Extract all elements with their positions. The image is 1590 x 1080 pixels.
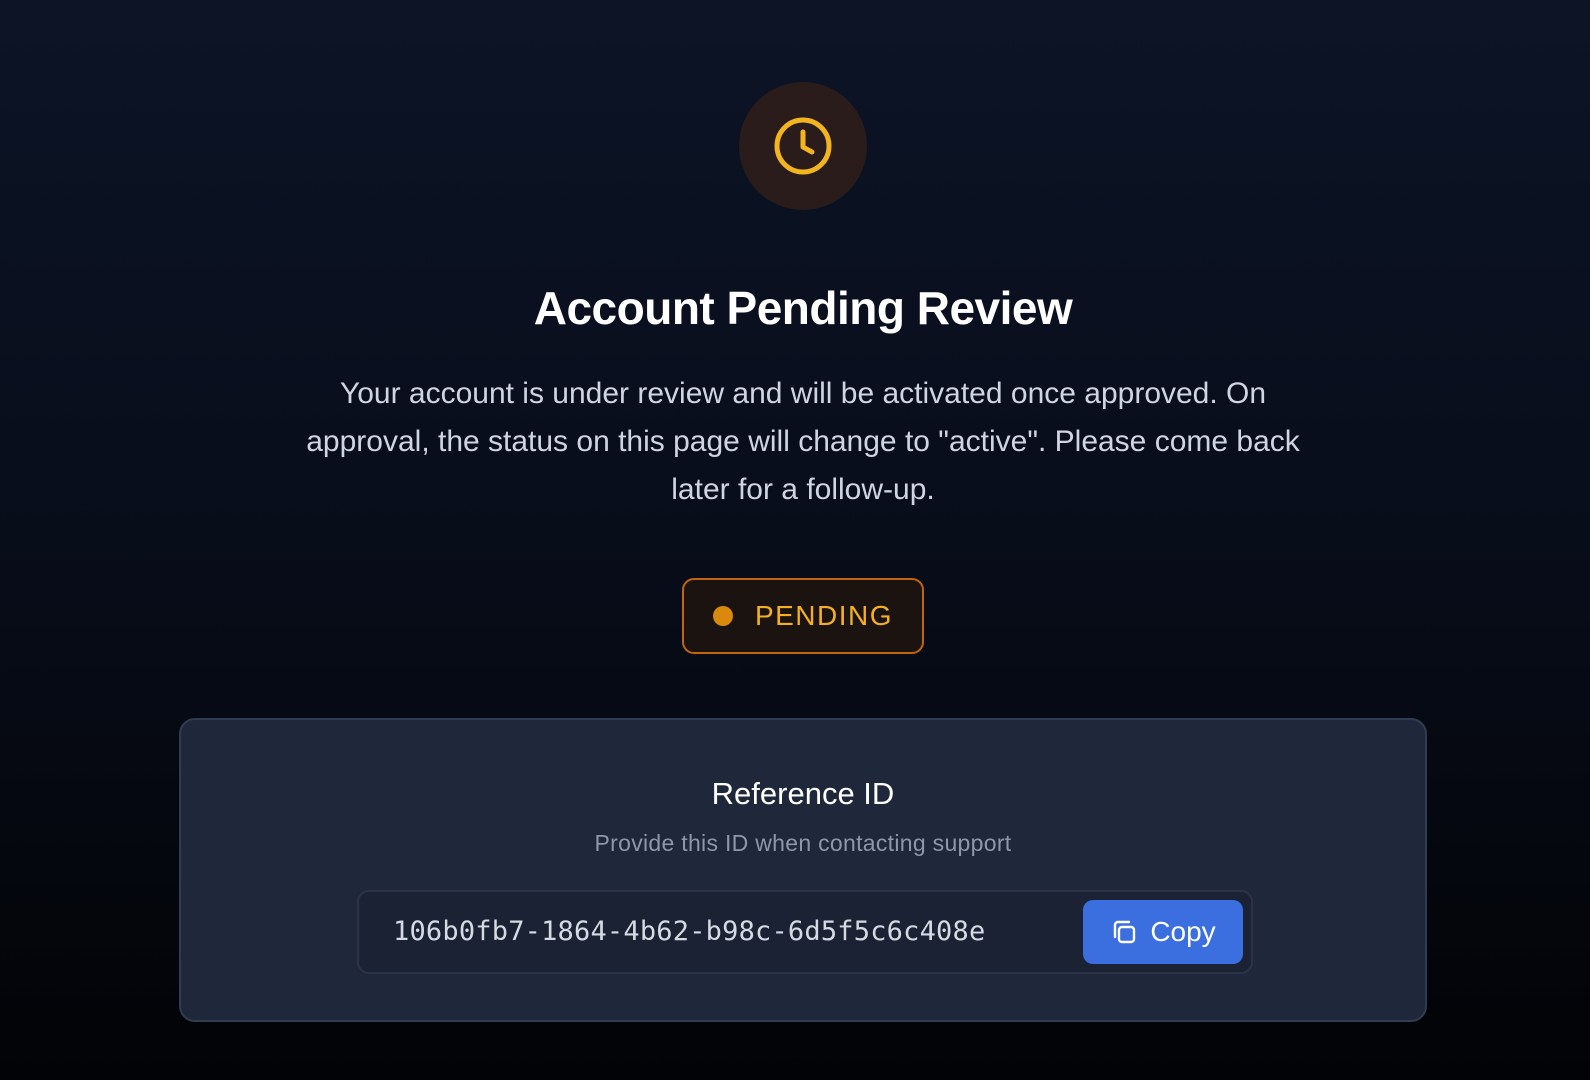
reference-id-card: Reference ID Provide this ID when contac… bbox=[179, 718, 1427, 1022]
page-title: Account Pending Review bbox=[533, 282, 1073, 334]
copy-button[interactable]: Copy bbox=[1083, 900, 1243, 964]
reference-id-subtitle: Provide this ID when contacting support bbox=[594, 830, 1012, 856]
copy-icon bbox=[1110, 918, 1138, 946]
reference-id-field: 106b0fb7-1864-4b62-b98c-6d5f5c6c408e Cop… bbox=[357, 890, 1253, 974]
pending-review-page: Account Pending Review Your account is u… bbox=[0, 0, 1590, 1080]
copy-button-label: Copy bbox=[1150, 916, 1216, 947]
status-dot bbox=[712, 606, 733, 626]
status-label: PENDING bbox=[754, 600, 894, 631]
reference-id-title: Reference ID bbox=[711, 776, 895, 811]
reference-id-value[interactable]: 106b0fb7-1864-4b62-b98c-6d5f5c6c408e bbox=[393, 892, 985, 972]
status-icon-circle bbox=[739, 82, 867, 210]
page-description: Your account is under review and will be… bbox=[306, 377, 1300, 506]
clock-icon bbox=[771, 114, 835, 178]
status-badge: PENDING bbox=[682, 578, 924, 654]
